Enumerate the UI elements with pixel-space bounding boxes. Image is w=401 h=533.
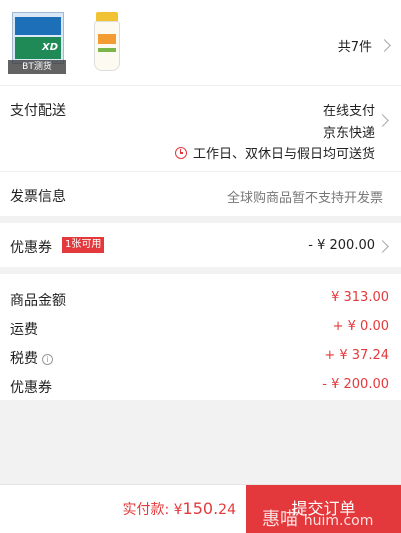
chevron-right-icon [376, 240, 389, 253]
amount-row-subtotal: 商品金额 ¥ 313.00 [0, 284, 401, 313]
product-box-image: XD [12, 12, 64, 64]
info-icon[interactable]: i [42, 354, 53, 365]
product-thumbnail[interactable]: XD BT测货 [8, 12, 66, 74]
total-paid-dec: 24 [218, 502, 236, 518]
payment-delivery-row[interactable]: 支付配送 在线支付 京东快递 工作日、双休日与假日均可送货 [0, 86, 401, 172]
amount-label: 运费 [10, 322, 38, 338]
coupon-row[interactable]: 优惠券 1张可用 - ¥ 200.00 [0, 223, 401, 267]
products-section[interactable]: XD BT测货 共7件 [0, 0, 401, 86]
invoice-row[interactable]: 发票信息 全球购商品暂不支持开发票 [0, 172, 401, 216]
invoice-label: 发票信息 [10, 189, 66, 205]
amount-summary: 商品金额 ¥ 313.00 运费 + ¥ 0.00 税费 i + ¥ 37.24 … [0, 274, 401, 400]
item-count-link[interactable]: 共7件 [337, 36, 391, 55]
product-tag: BT测货 [8, 60, 66, 74]
delivery-schedule: 工作日、双休日与假日均可送货 [174, 143, 375, 162]
amount-label: 优惠券 [10, 380, 52, 396]
amount-row-tax: 税费 i + ¥ 37.24 [0, 342, 401, 371]
total-paid-label: 实付款: ¥ [122, 502, 183, 518]
clock-icon [174, 146, 187, 159]
payment-delivery-label: 支付配送 [10, 103, 66, 119]
coupon-value: - ¥ 200.00 [308, 238, 375, 253]
amount-label-wrap: 税费 i [10, 348, 53, 368]
watermark-text: 惠喵 [262, 509, 298, 530]
payment-method: 在线支付 [322, 104, 375, 119]
amount-value: - ¥ 200.00 [322, 377, 389, 392]
chevron-right-icon [378, 39, 391, 52]
shipping-method: 京东快递 [322, 126, 375, 141]
total-paid: 实付款: ¥150.24 [122, 499, 236, 519]
total-paid-int: 150. [182, 499, 219, 518]
item-count-label: 共7件 [337, 40, 372, 55]
coupon-label: 优惠券 [10, 240, 52, 256]
amount-row-coupon: 优惠券 - ¥ 200.00 [0, 371, 401, 400]
amount-value: + ¥ 37.24 [324, 348, 389, 363]
invoice-value: 全球购商品暂不支持开发票 [226, 191, 383, 206]
amount-value: ¥ 313.00 [331, 290, 389, 305]
product-brand-mark: XD [15, 37, 61, 59]
amount-label: 税费 [10, 351, 38, 367]
watermark-url: huim.com [303, 513, 374, 529]
product-thumbnail[interactable] [92, 12, 122, 74]
amount-value: + ¥ 0.00 [332, 319, 389, 334]
delivery-schedule-text: 工作日、双休日与假日均可送货 [192, 147, 375, 162]
coupon-available-badge: 1张可用 [62, 237, 105, 253]
chevron-right-icon [376, 114, 389, 127]
watermark: 惠喵 huim.com [262, 505, 373, 531]
amount-row-shipping: 运费 + ¥ 0.00 [0, 313, 401, 342]
amount-label: 商品金额 [10, 293, 66, 309]
